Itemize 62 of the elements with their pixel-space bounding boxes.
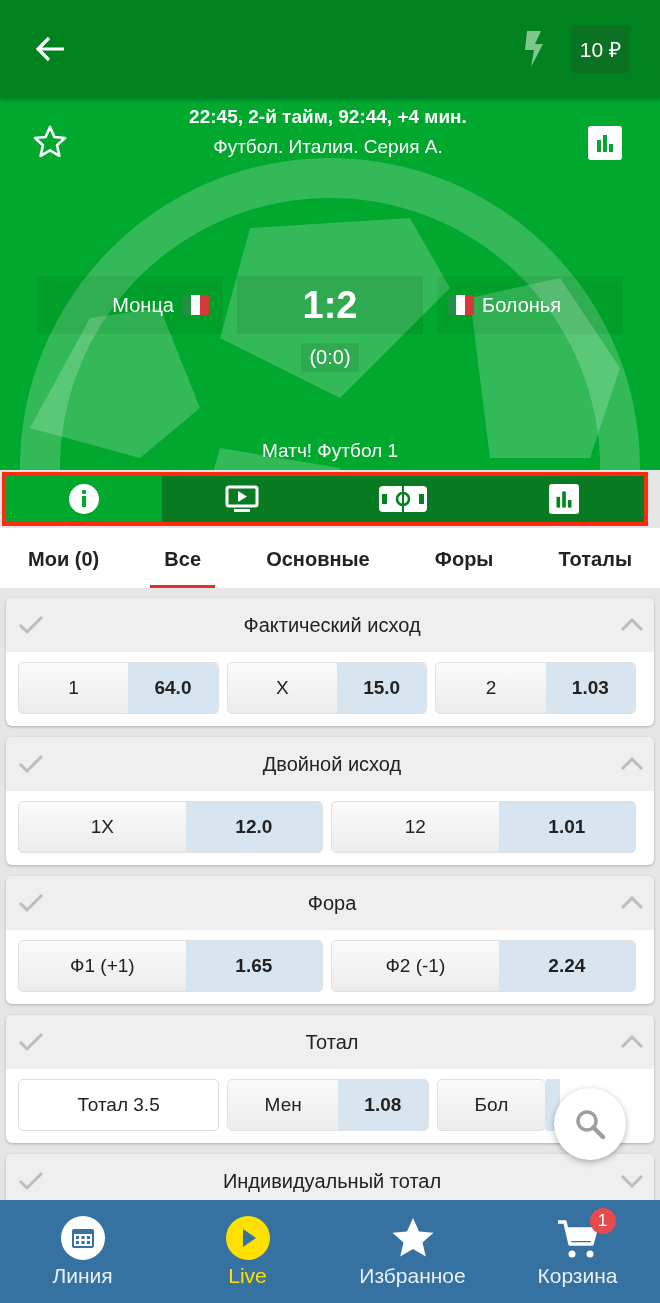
bet-button[interactable]: Мен 1.08 — [227, 1079, 429, 1131]
bet-button[interactable]: Ф1 (+1) 1.65 — [18, 940, 323, 992]
half-time-score: (0:0) — [301, 343, 359, 372]
back-arrow-icon[interactable] — [34, 35, 66, 63]
info-icon — [69, 484, 99, 514]
stats-tab[interactable] — [483, 476, 644, 522]
league-name: Футбол. Италия. Серия А. — [213, 136, 443, 158]
market-title: Двойной исход — [261, 752, 403, 776]
info-tab[interactable] — [6, 476, 162, 522]
video-tab[interactable] — [162, 476, 323, 522]
bet-button[interactable]: 2 1.03 — [435, 662, 636, 714]
check-icon[interactable] — [18, 893, 44, 913]
chevron-icon[interactable] — [620, 1174, 644, 1188]
nav-label: Корзина — [537, 1263, 618, 1288]
nav-label: Избранное — [359, 1263, 466, 1288]
bet-button[interactable]: X 15.0 — [226, 662, 428, 714]
bet-button[interactable]: 1 64.0 — [18, 662, 219, 714]
stats-icon — [548, 484, 579, 514]
search-icon — [574, 1108, 606, 1140]
market-tab[interactable]: Все — [150, 528, 215, 588]
bet-button[interactable]: 1X 12.0 — [18, 801, 323, 853]
nav-item[interactable]: Избранное — [330, 1200, 495, 1303]
play-screen-icon — [225, 485, 260, 513]
stats-icon[interactable] — [588, 126, 622, 160]
market-title: Индивидуальный тотал — [221, 1169, 443, 1193]
flag-icon — [447, 295, 474, 315]
chevron-icon[interactable] — [620, 1035, 644, 1049]
cart-count-badge: 1 — [589, 1207, 616, 1234]
nav-label: Линия — [52, 1263, 113, 1288]
market-title: Тотал — [304, 1030, 360, 1054]
chevron-icon[interactable] — [620, 618, 644, 632]
bet-button[interactable]: Бол — [436, 1079, 547, 1131]
team-name: Монца — [112, 293, 174, 317]
channel-name: Матч! Футбол 1 — [262, 440, 398, 462]
check-icon[interactable] — [18, 1032, 44, 1052]
play-icon — [225, 1215, 270, 1260]
balance-button[interactable]: 10 ₽ — [570, 25, 630, 73]
check-icon[interactable] — [18, 754, 44, 774]
market-tab[interactable]: Основные — [252, 528, 384, 588]
team-name: Болонья — [482, 293, 562, 317]
star-icon[interactable] — [32, 124, 68, 160]
check-icon[interactable] — [18, 1171, 44, 1191]
nav-item[interactable]: 1 Корзина — [495, 1200, 660, 1303]
market-tab[interactable]: Тоталы — [544, 528, 646, 588]
bet-button[interactable]: 12 1.01 — [331, 801, 636, 853]
market-tab[interactable]: Форы — [420, 528, 508, 588]
nav-label: Live — [228, 1263, 267, 1288]
check-icon[interactable] — [18, 615, 44, 635]
market-tab[interactable]: Мои (0) — [14, 528, 114, 588]
chevron-icon[interactable] — [620, 757, 644, 771]
chevron-icon[interactable] — [620, 896, 644, 910]
market-title: Фактический исход — [242, 613, 422, 637]
lightning-icon[interactable] — [522, 31, 543, 67]
market-title: Фора — [306, 891, 358, 915]
nav-item[interactable]: Линия — [0, 1200, 165, 1303]
bet-button[interactable]: Ф2 (-1) 2.24 — [331, 940, 636, 992]
nav-item[interactable]: Live — [165, 1200, 330, 1303]
football-field-icon — [379, 486, 427, 512]
match-status: 22:45, 2-й тайм, 92:44, +4 мин. — [189, 106, 467, 128]
score: 1:2 — [237, 276, 423, 334]
flag-icon — [182, 295, 209, 315]
calendar-icon — [60, 1215, 105, 1260]
